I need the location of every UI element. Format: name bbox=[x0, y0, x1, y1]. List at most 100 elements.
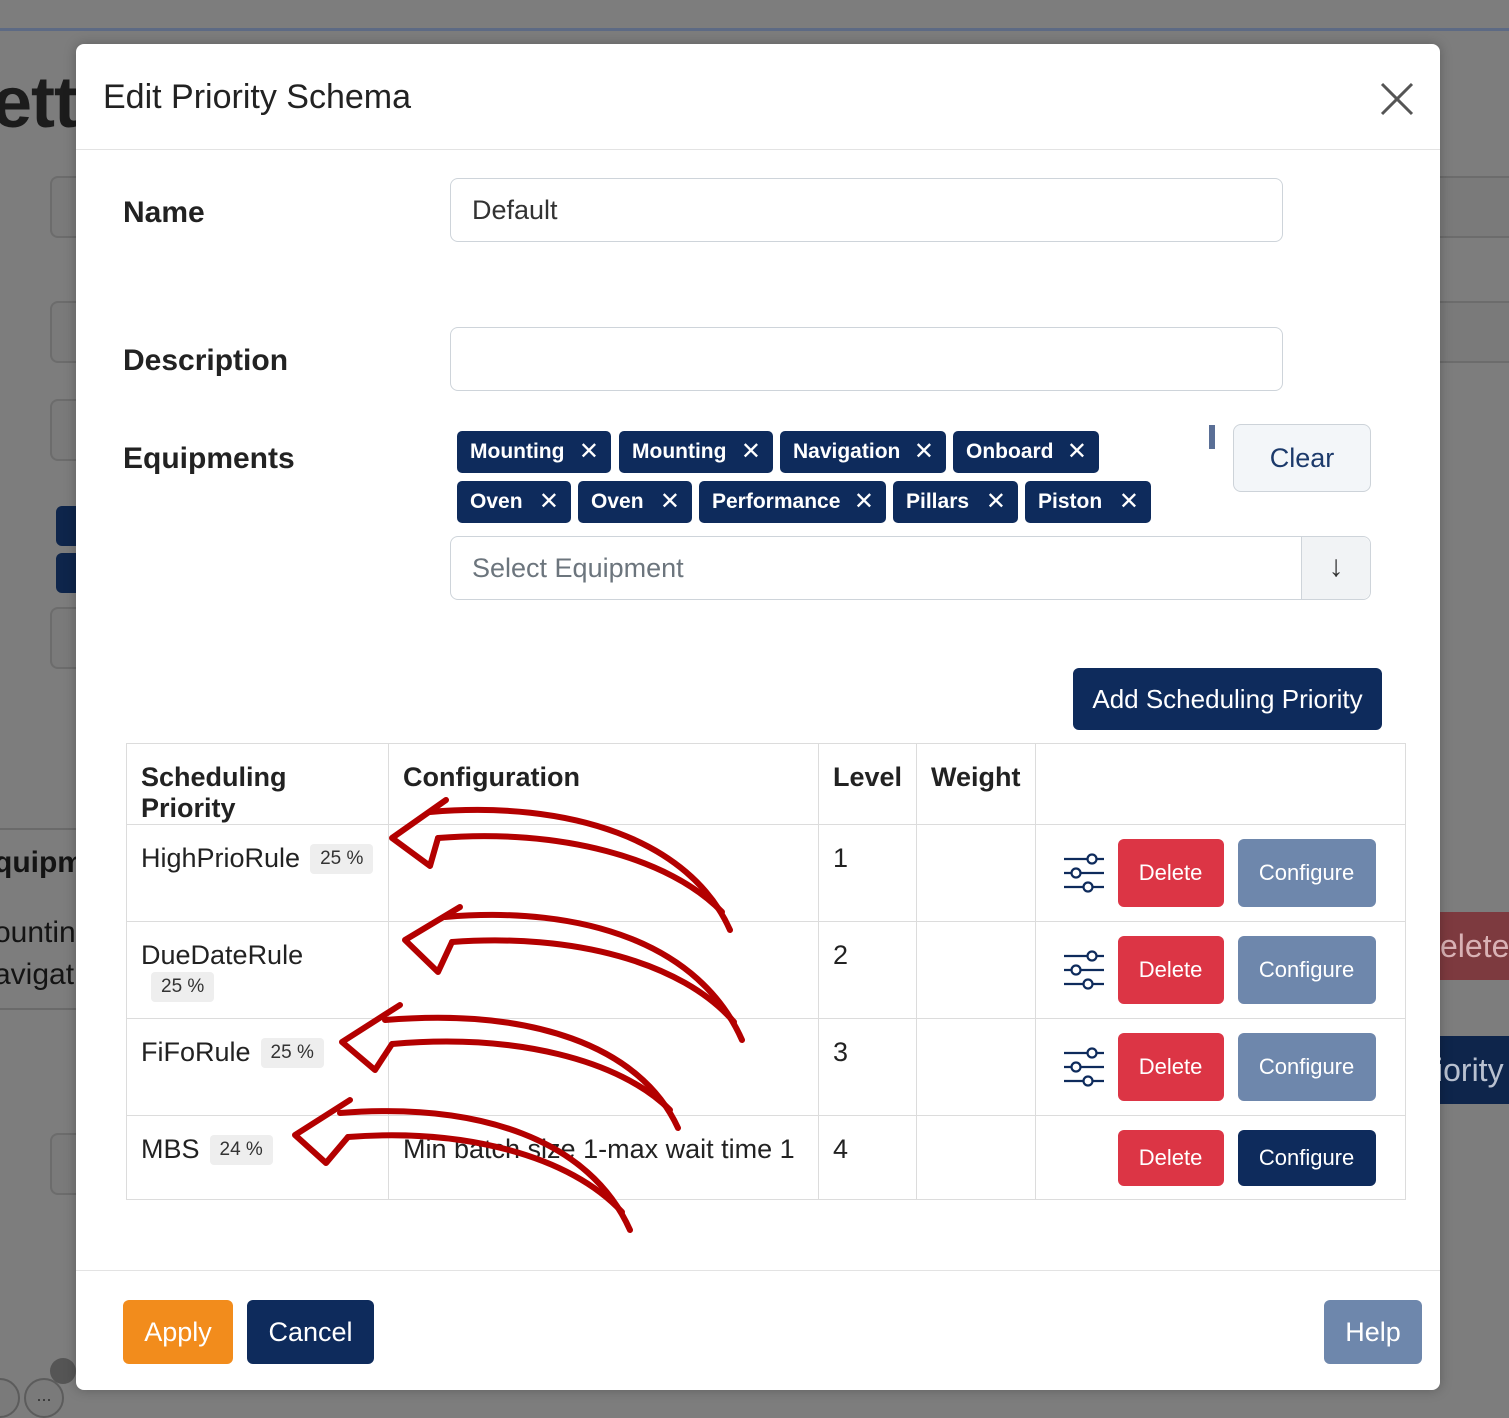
remove-tag-icon[interactable]: ✕ bbox=[741, 431, 761, 473]
background-priority-button: iority bbox=[1430, 1036, 1509, 1104]
configure-button[interactable]: Configure bbox=[1237, 1130, 1376, 1186]
priority-name: FiFoRule bbox=[141, 1037, 251, 1067]
remove-tag-icon[interactable]: ✕ bbox=[986, 481, 1006, 523]
remove-tag-icon[interactable]: ✕ bbox=[914, 431, 934, 473]
background-page-title: ett bbox=[0, 63, 78, 143]
actions-cell: Delete Configure bbox=[1034, 1115, 1406, 1200]
scheduling-priority-table: Scheduling Priority Configuration Level … bbox=[126, 743, 1406, 1200]
modal-title: Edit Priority Schema bbox=[103, 78, 411, 116]
configuration-cell: Min batch size 1-max wait time 1 bbox=[388, 1115, 819, 1200]
description-input[interactable] bbox=[450, 327, 1283, 391]
level-cell: 4 bbox=[817, 1115, 918, 1200]
level-cell: 3 bbox=[817, 1018, 918, 1116]
remove-tag-icon[interactable]: ✕ bbox=[1067, 431, 1087, 473]
background-divider bbox=[0, 828, 76, 830]
percent-badge: 24 % bbox=[209, 1135, 273, 1165]
configure-button[interactable]: Configure bbox=[1237, 1033, 1376, 1101]
table-header-row: Scheduling Priority Configuration Level … bbox=[126, 743, 1406, 825]
remove-tag-icon[interactable]: ✕ bbox=[854, 481, 874, 523]
background-more-button: ... bbox=[24, 1378, 64, 1418]
actions-cell: Delete Configure bbox=[1034, 921, 1406, 1019]
delete-button[interactable]: Delete bbox=[1117, 1033, 1224, 1101]
table-row: FiFoRule 25 % 3 Delete Configure bbox=[126, 1018, 1406, 1116]
priority-name: HighPrioRule bbox=[141, 843, 301, 873]
tag-label: Onboard bbox=[966, 440, 1054, 463]
weight-cell bbox=[916, 921, 1036, 1019]
select-equipment-placeholder: Select Equipment bbox=[472, 553, 684, 583]
priority-cell: FiFoRule 25 % bbox=[126, 1018, 389, 1116]
delete-button[interactable]: Delete bbox=[1117, 936, 1224, 1004]
arrow-down-icon[interactable]: ↓ bbox=[1301, 537, 1370, 599]
column-header-scheduling-priority: Scheduling Priority bbox=[126, 743, 389, 825]
table-row: MBS 24 % Min batch size 1-max wait time 1… bbox=[126, 1115, 1406, 1200]
tag-label: Oven bbox=[470, 490, 523, 513]
description-label: Description bbox=[123, 344, 289, 377]
help-button[interactable]: Help bbox=[1324, 1300, 1422, 1364]
modal-footer: Apply Cancel Help bbox=[76, 1270, 1440, 1390]
name-label: Name bbox=[123, 196, 205, 229]
background-delete-button: elete bbox=[1430, 912, 1509, 980]
equipment-tag-onboard: Onboard ✕ bbox=[953, 431, 1099, 473]
tag-label: Mounting bbox=[470, 440, 565, 463]
weight-cell bbox=[916, 1115, 1036, 1200]
sliders-icon[interactable] bbox=[1062, 1047, 1106, 1087]
tag-label: Pillars bbox=[906, 490, 970, 513]
close-icon[interactable] bbox=[1378, 80, 1416, 118]
background-navigation-label: avigati bbox=[0, 958, 81, 991]
text-cursor bbox=[1209, 425, 1215, 449]
actions-cell: Delete Configure bbox=[1034, 1018, 1406, 1116]
equipments-label: Equipments bbox=[123, 442, 295, 475]
delete-button[interactable]: Delete bbox=[1117, 1130, 1224, 1186]
priority-cell: HighPrioRule 25 % bbox=[126, 824, 389, 922]
level-cell: 2 bbox=[817, 921, 918, 1019]
add-scheduling-priority-button[interactable]: Add Scheduling Priority bbox=[1073, 668, 1382, 730]
equipment-tag-oven: Oven ✕ bbox=[457, 481, 571, 523]
tag-label: Oven bbox=[591, 490, 644, 513]
percent-badge: 25 % bbox=[151, 972, 215, 1002]
configuration-cell bbox=[388, 921, 819, 1019]
equipment-tag-piston: Piston ✕ bbox=[1025, 481, 1151, 523]
background-mounting-label: ountin bbox=[0, 916, 76, 949]
column-header-level: Level bbox=[817, 743, 918, 825]
select-equipment-dropdown[interactable]: Select Equipment ↓ bbox=[450, 536, 1371, 600]
configure-button[interactable]: Configure bbox=[1237, 936, 1376, 1004]
priority-name: MBS bbox=[141, 1134, 200, 1164]
clear-button[interactable]: Clear bbox=[1233, 424, 1371, 492]
percent-badge: 25 % bbox=[310, 844, 374, 874]
table-row: HighPrioRule 25 % 1 Delete Configure bbox=[126, 824, 1406, 922]
column-header-actions bbox=[1034, 743, 1406, 825]
equipment-tag-mounting: Mounting ✕ bbox=[619, 431, 773, 473]
remove-tag-icon[interactable]: ✕ bbox=[1119, 481, 1139, 523]
cancel-button[interactable]: Cancel bbox=[247, 1300, 374, 1364]
weight-cell bbox=[916, 1018, 1036, 1116]
configuration-cell bbox=[388, 1018, 819, 1116]
table-row: DueDateRule25 % 2 Delete Configure bbox=[126, 921, 1406, 1019]
column-header-configuration: Configuration bbox=[388, 743, 819, 825]
equipment-tag-oven: Oven ✕ bbox=[578, 481, 692, 523]
remove-tag-icon[interactable]: ✕ bbox=[579, 431, 599, 473]
modal-header: Edit Priority Schema bbox=[76, 44, 1440, 150]
tag-label: Navigation bbox=[793, 440, 901, 463]
priority-cell: DueDateRule25 % bbox=[126, 921, 389, 1019]
column-header-weight: Weight bbox=[916, 743, 1036, 825]
background-input bbox=[1430, 176, 1509, 238]
equipment-tag-performance: Performance ✕ bbox=[699, 481, 886, 523]
delete-button[interactable]: Delete bbox=[1117, 839, 1224, 907]
equipment-tag-navigation: Navigation ✕ bbox=[780, 431, 946, 473]
name-input[interactable] bbox=[450, 178, 1283, 242]
edit-priority-schema-modal: Edit Priority Schema Name Description Eq… bbox=[76, 44, 1440, 1390]
background-divider bbox=[0, 1008, 76, 1010]
tag-label: Performance bbox=[712, 490, 841, 513]
sliders-icon[interactable] bbox=[1062, 950, 1106, 990]
configure-button[interactable]: Configure bbox=[1237, 839, 1376, 907]
tag-label: Mounting bbox=[632, 440, 727, 463]
background-top-border bbox=[0, 28, 1509, 31]
equipment-tag-pillars: Pillars ✕ bbox=[893, 481, 1018, 523]
apply-button[interactable]: Apply bbox=[123, 1300, 233, 1364]
level-cell: 1 bbox=[817, 824, 918, 922]
remove-tag-icon[interactable]: ✕ bbox=[660, 481, 680, 523]
sliders-icon[interactable] bbox=[1062, 853, 1106, 893]
remove-tag-icon[interactable]: ✕ bbox=[539, 481, 559, 523]
background-input bbox=[1430, 301, 1509, 363]
percent-badge: 25 % bbox=[260, 1038, 324, 1068]
